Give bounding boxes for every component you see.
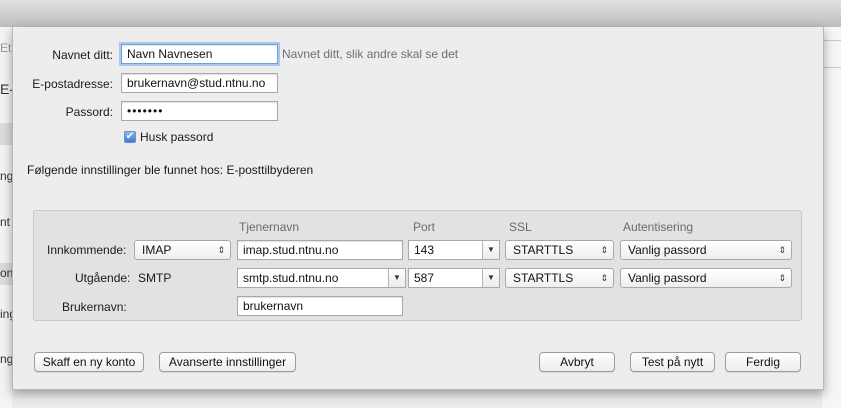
retest-button[interactable]: Test på nytt: [630, 352, 715, 372]
incoming-label: Innkommende:: [47, 243, 127, 257]
background-band: [0, 123, 12, 145]
outgoing-server-combo[interactable]: smtp.stud.ntnu.no ▼: [237, 268, 406, 288]
username-label: Brukernavn:: [62, 300, 127, 314]
account-setup-dialog: Navnet ditt: Navnet ditt, slik andre ska…: [12, 27, 824, 390]
found-settings-text: Følgende innstillinger ble funnet hos: E…: [27, 163, 314, 177]
outgoing-ssl-select[interactable]: STARTTLS ⇕: [505, 268, 614, 288]
column-header-ssl: SSL: [509, 220, 532, 234]
background-window-left-strip: Et E- ng nt on ing ngs: [0, 27, 12, 408]
username-input[interactable]: [237, 296, 403, 316]
name-input[interactable]: [121, 44, 278, 64]
popup-arrows-icon: ⇕: [600, 245, 608, 255]
incoming-ssl-select[interactable]: STARTTLS ⇕: [505, 240, 614, 260]
outgoing-port-value: 587: [414, 271, 435, 285]
combo-arrow-icon[interactable]: ▼: [388, 269, 405, 287]
outgoing-label: Utgående:: [75, 271, 131, 285]
cancel-button[interactable]: Avbryt: [539, 352, 615, 372]
column-header-auth: Autentisering: [623, 220, 694, 234]
outgoing-port-combo[interactable]: 587 ▼: [408, 268, 500, 288]
outgoing-auth-value: Vanlig passord: [628, 271, 707, 285]
background-text: on: [0, 266, 12, 280]
name-hint: Navnet ditt, slik andre skal se det: [282, 47, 459, 61]
incoming-auth-select[interactable]: Vanlig passord ⇕: [620, 240, 792, 260]
done-button[interactable]: Ferdig: [725, 352, 801, 372]
background-text: nt: [0, 215, 11, 229]
outgoing-auth-select[interactable]: Vanlig passord ⇕: [620, 268, 792, 288]
incoming-server-input[interactable]: [237, 240, 403, 260]
background-divider: [822, 40, 841, 41]
outgoing-ssl-value: STARTTLS: [513, 271, 574, 285]
remember-password-label: Husk passord: [140, 130, 214, 144]
combo-arrow-icon[interactable]: ▼: [482, 241, 499, 259]
column-header-port: Port: [413, 220, 436, 234]
incoming-ssl-value: STARTTLS: [513, 243, 574, 257]
email-label: E-postadresse:: [32, 77, 113, 91]
popup-arrows-icon: ⇕: [778, 245, 786, 255]
password-input[interactable]: [121, 101, 278, 121]
popup-arrows-icon: ⇕: [217, 245, 225, 255]
column-header-server: Tjenernavn: [239, 220, 300, 234]
background-text: ngs: [0, 352, 12, 366]
background-window-titlebar: [0, 0, 841, 28]
background-text: ing: [0, 307, 12, 321]
outgoing-protocol: SMTP: [138, 271, 172, 285]
remember-password-checkbox[interactable]: ✔: [124, 131, 136, 143]
outgoing-server-value: smtp.stud.ntnu.no: [243, 271, 339, 285]
incoming-protocol-value: IMAP: [142, 243, 172, 257]
name-label: Navnet ditt:: [52, 48, 113, 62]
background-divider: [822, 67, 841, 68]
incoming-port-value: 143: [414, 243, 435, 257]
server-settings-group: Tjenernavn Port SSL Autentisering Innkom…: [33, 210, 802, 321]
email-input[interactable]: [121, 73, 278, 93]
popup-arrows-icon: ⇕: [778, 273, 786, 283]
background-window-right-strip: [822, 27, 841, 408]
background-text: ng: [0, 169, 12, 183]
incoming-port-combo[interactable]: 143 ▼: [408, 240, 500, 260]
incoming-auth-value: Vanlig passord: [628, 243, 707, 257]
incoming-protocol-select[interactable]: IMAP ⇕: [134, 240, 231, 260]
advanced-settings-button[interactable]: Avanserte innstillinger: [159, 352, 296, 372]
password-label: Passord:: [65, 105, 113, 119]
background-text: E-: [0, 81, 12, 97]
get-new-account-button[interactable]: Skaff en ny konto: [34, 352, 144, 372]
background-text: Et: [0, 41, 12, 55]
combo-arrow-icon[interactable]: ▼: [482, 269, 499, 287]
popup-arrows-icon: ⇕: [600, 273, 608, 283]
